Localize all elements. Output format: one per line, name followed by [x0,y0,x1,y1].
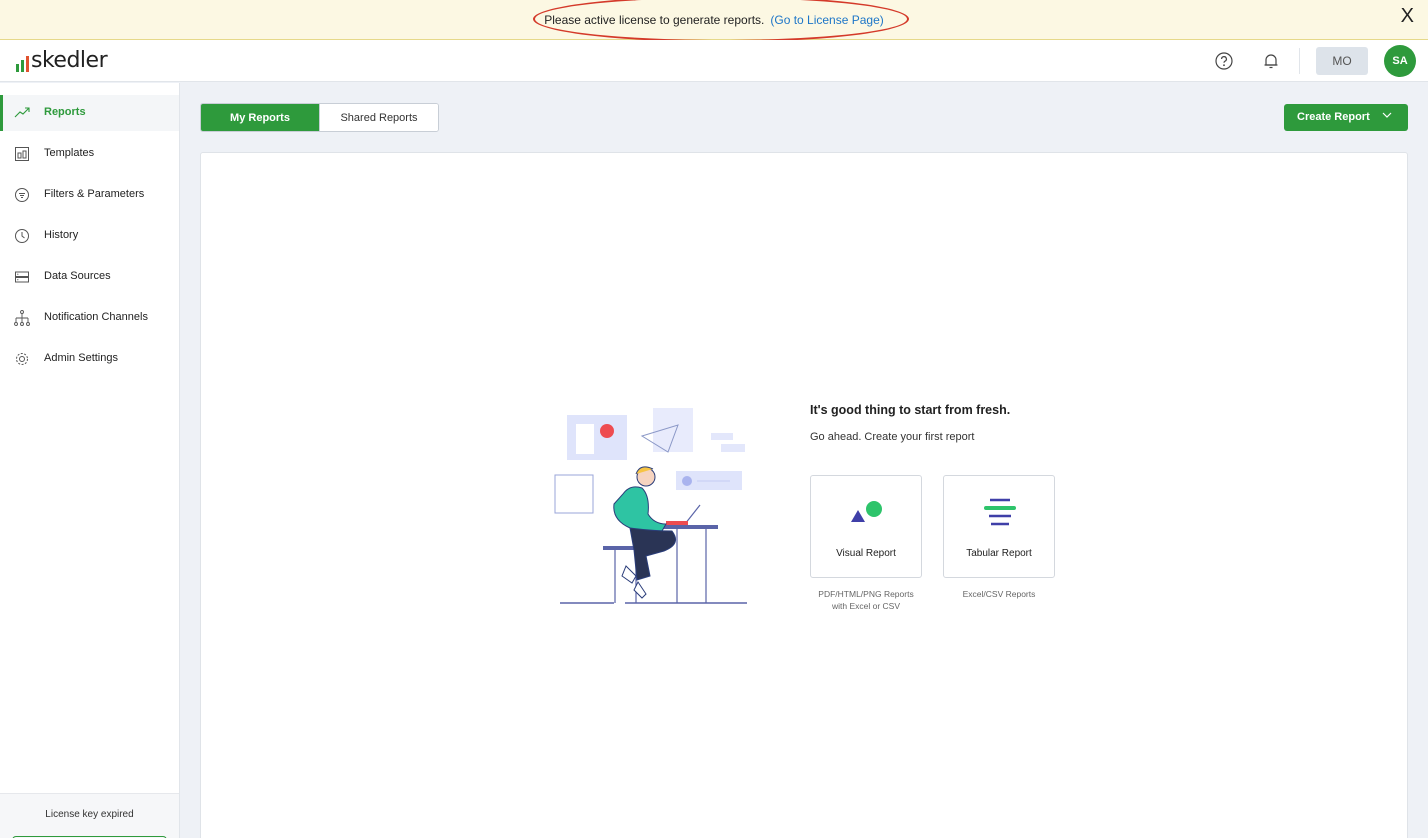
gear-icon [14,351,30,367]
sidebar-item-label: Notification Channels [44,311,148,323]
sidebar-item-data-sources[interactable]: Data Sources [0,259,179,295]
shapes-icon [847,498,887,528]
sidebar-item-templates[interactable]: Templates [0,136,179,172]
empty-state-illustration [550,400,750,610]
logo-bars-icon [16,54,29,72]
sidebar-item-admin-settings[interactable]: Admin Settings [0,341,179,377]
create-report-button[interactable]: Create Report [1284,104,1408,131]
logo-wordmark: skedler [31,48,108,73]
hierarchy-icon [14,310,30,326]
visual-report-note-line: PDF/HTML/PNG Reports [818,589,914,599]
sidebar-item-notification-channels[interactable]: Notification Channels [0,300,179,336]
sidebar-item-history[interactable]: History [0,218,179,254]
sidebar-item-label: Reports [44,106,86,118]
header-divider [1299,48,1300,74]
visual-report-note: PDF/HTML/PNG Reports with Excel or CSV [810,588,922,612]
tabular-report-note: Excel/CSV Reports [943,588,1055,600]
tabular-report-card[interactable]: Tabular Report [943,475,1055,578]
bell-icon[interactable] [1261,51,1281,71]
skedler-logo: skedler [16,48,108,73]
sidebar: Reports Templates Filters & Parameters H… [0,83,180,838]
template-icon [14,146,30,162]
license-status-panel: License key expired [0,793,179,838]
empty-state-title: It's good thing to start from fresh. [810,403,1011,417]
tab-my-reports[interactable]: My Reports [201,104,319,131]
visual-report-label: Visual Report [836,548,896,559]
chevron-down-icon[interactable] [1381,109,1393,121]
create-report-label: Create Report [1297,111,1370,123]
database-icon [14,269,30,285]
sidebar-item-label: Filters & Parameters [44,188,145,200]
empty-state-subtitle: Go ahead. Create your first report [810,431,975,443]
org-switch-button[interactable]: MO [1316,47,1368,75]
sidebar-item-reports[interactable]: Reports [0,95,179,131]
tab-shared-reports[interactable]: Shared Reports [319,104,438,131]
visual-report-note-line: with Excel or CSV [831,601,901,611]
clock-icon [14,228,30,244]
license-page-link[interactable]: (Go to License Page) [770,13,883,27]
table-lines-icon [980,498,1020,528]
license-banner-message: Please active license to generate report… [544,12,765,27]
license-banner: Please active license to generate report… [0,0,1428,42]
tabular-report-label: Tabular Report [966,548,1032,559]
top-header: skedler MO SA [0,40,1428,82]
trend-up-icon [14,105,30,121]
sidebar-item-label: Admin Settings [44,352,118,364]
license-status-text: License key expired [45,809,134,820]
reports-content-panel [200,152,1408,838]
user-avatar[interactable]: SA [1384,45,1416,77]
help-icon[interactable] [1214,51,1234,71]
close-banner-button[interactable]: X [1401,6,1414,26]
sidebar-item-label: Data Sources [44,270,111,282]
filter-icon [14,187,30,203]
report-tabs: My Reports Shared Reports [200,103,439,132]
sidebar-item-label: Templates [44,147,95,159]
sidebar-item-label: History [44,229,79,241]
sidebar-item-filters[interactable]: Filters & Parameters [0,177,179,213]
tabular-report-note-line: Excel/CSV Reports [962,589,1036,599]
visual-report-card[interactable]: Visual Report [810,475,922,578]
